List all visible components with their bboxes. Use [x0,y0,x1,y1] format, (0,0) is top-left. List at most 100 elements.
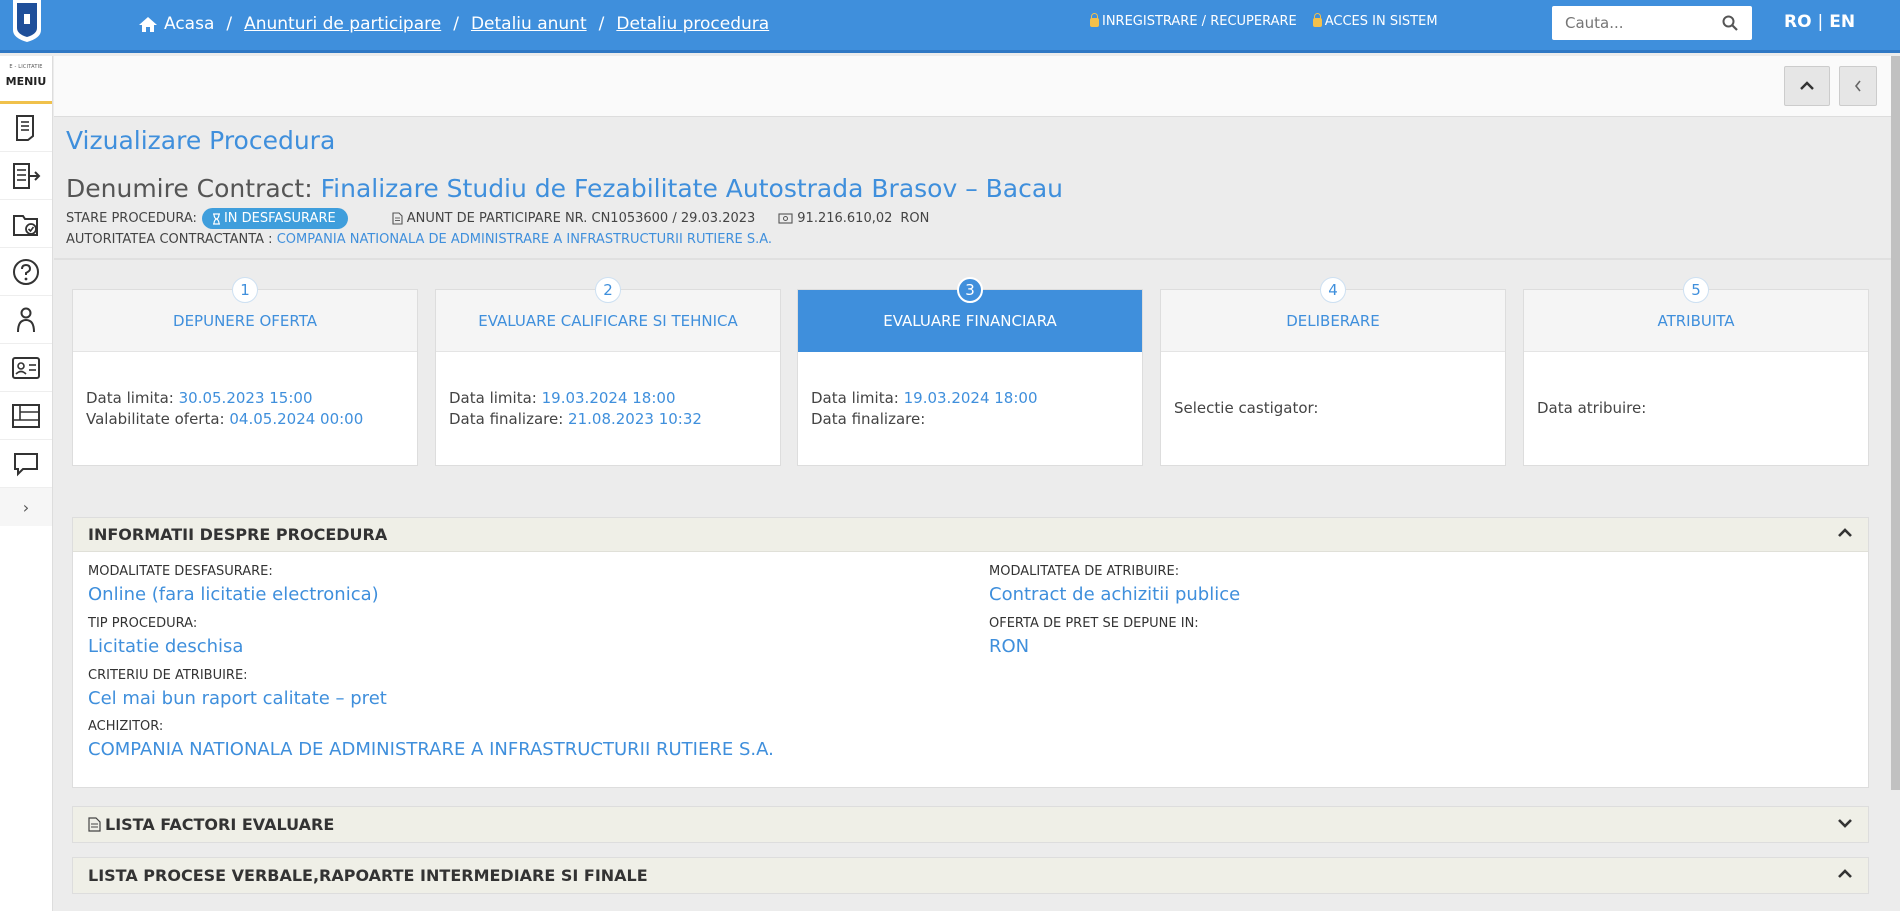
step-label: Data limita: [86,389,174,407]
help-icon [13,258,39,285]
step-card-3[interactable]: 3 EVALUARE FINANCIARA Data limita: 19.03… [797,277,1143,466]
chat-icon [14,452,38,476]
logo-icon[interactable] [10,0,44,42]
step-number: 2 [595,277,621,303]
scroll-top-button[interactable] [1784,66,1830,106]
money-icon [778,213,793,224]
login-label: ACCES IN SISTEM [1324,14,1438,29]
amount-value: 91.216.610,02 [797,211,893,226]
step-card-2[interactable]: 2 EVALUARE CALIFICARE SI TEHNICA Data li… [435,277,781,466]
field-value[interactable]: COMPANIA NATIONALA DE ADMINISTRARE A INF… [88,739,774,760]
step-value: 30.05.2023 15:00 [178,389,313,407]
sidebar-app-label: E - LICITATIE [9,64,43,70]
step-body: Data limita: 19.03.2024 18:00 Data final… [436,352,780,430]
search-box [1552,6,1752,40]
sidebar-item-profile[interactable] [0,344,52,392]
document-icon [88,817,101,832]
sidebar-item-documents[interactable] [0,104,52,152]
field-achizitor: ACHIZITOR: COMPANIA NATIONALA DE ADMINIS… [88,719,774,760]
chevron-right-icon: › [22,497,30,517]
step-body: Data limita: 19.03.2024 18:00 Data final… [798,352,1142,430]
contracting-authority: AUTORITATEA CONTRACTANTA : COMPANIA NATI… [66,232,772,247]
field-value: Licitatie deschisa [88,636,244,657]
lang-en[interactable]: EN [1829,12,1855,32]
step-number: 1 [232,277,258,303]
field-value: Cel mai bun raport calitate – pret [88,688,387,709]
contract-label: Denumire Contract: [66,174,313,203]
search-icon[interactable] [1722,15,1738,31]
step-value: 21.08.2023 10:32 [568,410,702,428]
login-link[interactable]: ACCES IN SISTEM [1312,13,1438,29]
sidebar-item-messages[interactable] [0,440,52,488]
status-badge: IN DESFASURARE [201,208,348,229]
step-label: Data finalizare: [449,410,564,428]
sidebar-item-folders[interactable] [0,200,52,248]
section-procese-verbale[interactable]: LISTA PROCESE VERBALE,RAPOARTE INTERMEDI… [72,857,1869,894]
step-number: 5 [1683,277,1709,303]
sidebar-item-users[interactable] [0,296,52,344]
step-body: Selectie castigator: [1161,352,1505,419]
breadcrumb-home[interactable]: Acasa [138,14,214,34]
sidebar-item-export[interactable] [0,152,52,200]
field-value: RON [989,636,1030,657]
sidebar: E - LICITATIE MENIU › [0,56,53,911]
status-value: IN DESFASURARE [223,211,336,226]
breadcrumb-detaliu-anunt[interactable]: Detaliu anunt [471,14,587,34]
sidebar-item-catalog[interactable] [0,392,52,440]
procedure-info-header[interactable]: INFORMATII DESPRE PROCEDURA [73,518,1868,552]
chevron-up-icon [1838,528,1852,537]
step-label: Data finalizare: [811,410,926,428]
procedure-meta: STARE PROCEDURA: IN DESFASURARE ANUNT DE… [66,208,929,229]
field-value: Contract de achizitii publice [989,584,1241,605]
register-link[interactable]: INREGISTRARE / RECUPERARE [1090,13,1297,29]
section-title: LISTA PROCESE VERBALE,RAPOARTE INTERMEDI… [88,866,648,885]
home-icon [139,16,157,32]
breadcrumb-detaliu-procedura[interactable]: Detaliu procedura [616,14,769,34]
chevron-up-icon [1800,81,1814,90]
step-number: 3 [957,277,983,303]
field-label: TIP PROCEDURA: [88,616,198,631]
document-icon [392,212,403,225]
page-scrollbar[interactable] [1891,56,1900,790]
back-button[interactable] [1839,66,1877,106]
procedure-info-panel: INFORMATII DESPRE PROCEDURA MODALITATE D… [72,517,1869,788]
step-card-4[interactable]: 4 DELIBERARE Selectie castigator: [1160,277,1506,466]
page-title: Vizualizare Procedura [66,126,336,155]
sidebar-item-help[interactable] [0,248,52,296]
breadcrumb-home-label: Acasa [164,14,215,34]
field-value: Online (fara licitatie electronica) [88,584,379,605]
step-value: 04.05.2024 00:00 [229,410,364,428]
id-card-icon [12,356,40,379]
field-label: ACHIZITOR: [88,719,164,734]
chevron-left-icon [1854,80,1861,92]
field-tip-procedura: TIP PROCEDURA: Licitatie deschisa [88,616,243,657]
procedure-info-title: INFORMATII DESPRE PROCEDURA [88,525,388,544]
step-card-5[interactable]: 5 ATRIBUITA Data atribuire: [1523,277,1869,466]
authority-value[interactable]: COMPANIA NATIONALA DE ADMINISTRARE A INF… [277,232,772,247]
toolbar-panel [54,56,1900,117]
field-oferta-moneda: OFERTA DE PRET SE DEPUNE IN: RON [989,616,1199,657]
sidebar-menu-label[interactable]: MENIU [0,75,52,88]
field-modalitate-atribuire: MODALITATEA DE ATRIBUIRE: Contract de ac… [989,564,1240,605]
step-body: Data atribuire: [1524,352,1868,419]
user-icon [1090,13,1099,27]
step-body: Data limita: 30.05.2023 15:00 Valabilita… [73,352,417,430]
amount-info: 91.216.610,02 RON [778,211,929,226]
lang-ro[interactable]: RO [1784,12,1812,32]
chevron-up-icon [1838,869,1852,878]
top-bar: Acasa / Anunturi de participare / Detali… [0,0,1900,53]
language-switcher: RO | EN [1784,12,1855,32]
section-factori-evaluare[interactable]: LISTA FACTORI EVALUARE [72,806,1869,843]
field-label: CRITERIU DE ATRIBUIRE: [88,668,248,683]
search-input[interactable] [1552,6,1702,40]
breadcrumb-anunturi[interactable]: Anunturi de participare [244,14,441,34]
notice-info: ANUNT DE PARTICIPARE NR. CN1053600 / 29.… [392,211,755,226]
folder-check-icon [13,214,38,236]
contract-name: Finalizare Studiu de Fezabilitate Autost… [320,174,1064,203]
step-value: 19.03.2024 18:00 [541,389,676,407]
field-modalitate: MODALITATE DESFASURARE: Online (fara lic… [88,564,379,605]
sidebar-expand-button[interactable]: › [0,488,52,526]
field-criteriu: CRITERIU DE ATRIBUIRE: Cel mai bun rapor… [88,668,387,709]
chevron-down-icon [1838,819,1852,828]
step-card-1[interactable]: 1 DEPUNERE OFERTA Data limita: 30.05.202… [72,277,418,466]
